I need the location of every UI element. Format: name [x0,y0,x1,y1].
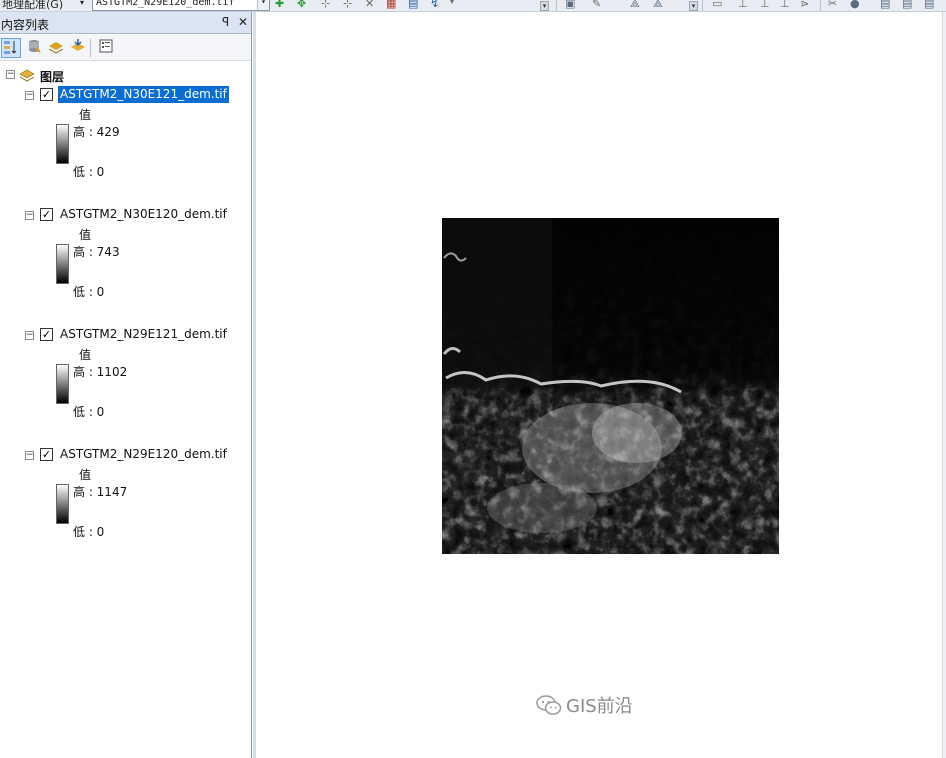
layer-visibility-checkbox[interactable]: ✓ [40,88,53,101]
dropdown-icon[interactable]: ▾ [450,0,454,6]
toolbar-separator [556,0,557,11]
legend-high-label: 高 : 1147 [73,485,128,499]
attributes-icon[interactable]: ▤ [880,0,890,10]
split-icon[interactable]: ✂ [828,0,837,10]
collapse-icon[interactable]: − [25,331,34,340]
toolbar-separator [702,0,703,11]
arcmap-window: 地理配准(G) ▾ ASTGTM2_N29E120_dem.tif ▾ ✚ ✥ … [0,0,946,758]
rotate-icon[interactable]: ⊹ [321,0,330,10]
vertex-icon[interactable]: ⊥ [780,0,790,10]
legend-field-label: 值 [79,348,92,362]
layout-icon[interactable]: ▭ [712,0,722,10]
legend-field-label: 值 [79,468,92,482]
collapse-icon[interactable]: − [25,211,34,220]
add-control-point-icon[interactable]: ✚ [275,0,284,10]
panel-title: 内容列表 [1,18,50,32]
scale-icon[interactable]: ✕ [365,0,374,10]
stretch-color-ramp[interactable] [56,484,69,524]
table-of-contents-panel: 内容列表 ꟼ ✕ − 图层 − ✓ ASTGTM2_N30E121_dem.ti… [0,12,252,758]
list-by-source-icon[interactable] [24,38,44,58]
layer-select[interactable]: ASTGTM2_N29E120_dem.tif ▾ [92,0,270,11]
legend-high-label: 高 : 429 [73,125,120,139]
map-view[interactable] [253,12,946,758]
link-table-icon[interactable]: ✥ [297,0,306,10]
edit-icon[interactable]: ↯ [430,0,439,10]
legend-field-label: 值 [79,108,92,122]
identify-icon[interactable]: ✎ [592,0,601,10]
list-by-drawing-order-icon[interactable] [1,38,21,58]
table-icon[interactable]: ▤ [408,0,418,10]
dem-raster-image[interactable] [442,218,779,554]
shift-icon[interactable]: ⊹ [343,0,352,10]
layer-select-value: ASTGTM2_N29E120_dem.tif [96,0,235,8]
toolbar-overflow-1[interactable]: ▾ [540,1,549,11]
close-icon[interactable]: ✕ [238,15,248,29]
layer-group-row[interactable]: − 图层 [4,67,244,85]
pointer-icon[interactable]: ⟁ [653,0,663,11]
toc-header: 内容列表 ꟼ ✕ [0,12,251,34]
layer-name[interactable]: ASTGTM2_N29E121_dem.tif [58,326,229,343]
stop-icon[interactable]: ● [850,0,860,10]
layer-visibility-checkbox[interactable]: ✓ [40,208,53,221]
stretch-color-ramp[interactable] [56,244,69,284]
map-scrollbar[interactable] [942,12,946,758]
toolbar-separator [820,0,821,11]
attributes-icon[interactable]: ▤ [924,0,934,10]
measure-icon[interactable]: ⟁ [630,0,640,11]
legend-low-label: 低 : 0 [73,285,105,299]
sketch-icon[interactable]: ⋗ [800,0,809,10]
layer-name[interactable]: ASTGTM2_N30E120_dem.tif [58,206,229,223]
layer-name[interactable]: ASTGTM2_N30E121_dem.tif [58,86,229,103]
dem-raster-render [442,218,779,554]
toolbar-overflow-2[interactable]: ▾ [689,1,698,11]
map-canvas[interactable] [256,12,946,758]
menu-dropdown-icon[interactable]: ▾ [80,0,84,7]
toolbar-separator [90,39,91,57]
legend-low-label: 低 : 0 [73,525,105,539]
collapse-icon[interactable]: − [25,91,34,100]
vertex-icon[interactable]: ⊥ [760,0,770,10]
attributes-icon[interactable]: ▤ [902,0,912,10]
vertex-icon[interactable]: ⊥ [738,0,748,10]
collapse-icon[interactable]: − [25,451,34,460]
group-label: 图层 [40,70,65,84]
georeferencing-toolbar: 地理配准(G) ▾ ASTGTM2_N29E120_dem.tif ▾ ✚ ✥ … [0,0,946,12]
legend-low-label: 低 : 0 [73,405,105,419]
wechat-icon [536,695,562,715]
layers-icon [19,69,35,82]
toc-toolbar [0,35,251,61]
chevron-down-icon[interactable]: ▾ [257,0,269,10]
layer-visibility-checkbox[interactable]: ✓ [40,448,53,461]
watermark-text: GIS前沿 [566,696,633,717]
pin-icon[interactable]: ꟼ [222,15,229,29]
list-by-visibility-icon[interactable] [46,38,66,58]
georeferencing-menu[interactable]: 地理配准(G) [2,0,63,11]
options-icon[interactable] [96,38,116,58]
collapse-icon[interactable]: − [6,70,15,79]
stretch-color-ramp[interactable] [56,364,69,404]
list-by-selection-icon[interactable] [68,38,88,58]
stretch-color-ramp[interactable] [56,124,69,164]
layer-visibility-checkbox[interactable]: ✓ [40,328,53,341]
legend-field-label: 值 [79,228,92,242]
layer-name[interactable]: ASTGTM2_N29E120_dem.tif [58,446,229,463]
legend-high-label: 高 : 1102 [73,365,128,379]
legend-low-label: 低 : 0 [73,165,105,179]
view-link-table-icon[interactable]: ▦ [386,0,396,10]
legend-high-label: 高 : 743 [73,245,120,259]
select-icon[interactable]: ▣ [565,0,575,10]
